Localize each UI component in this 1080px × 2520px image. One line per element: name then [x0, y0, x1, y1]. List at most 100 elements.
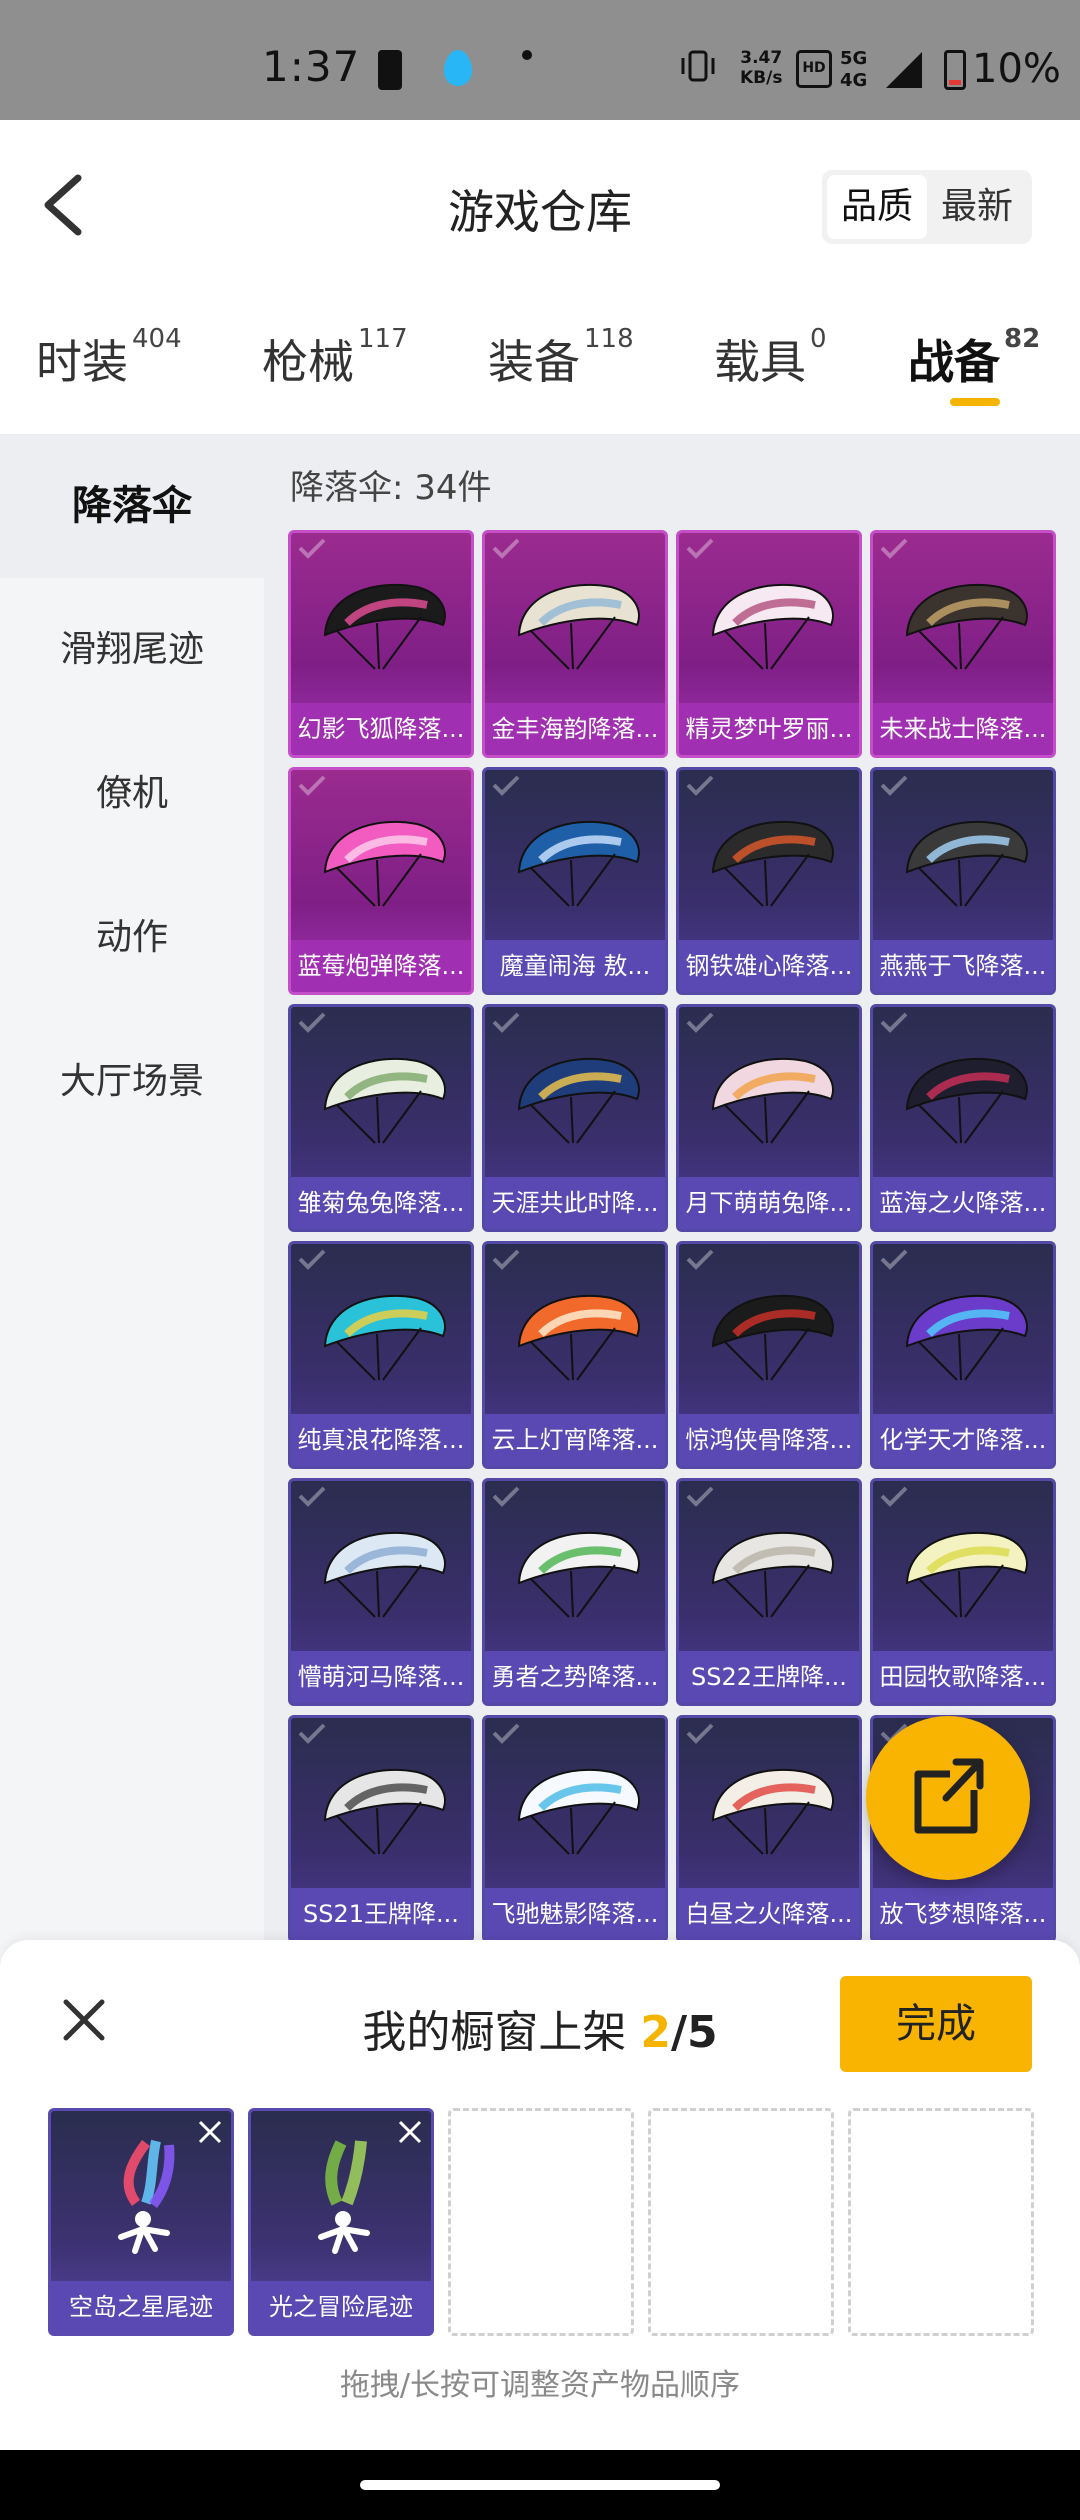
showcase-slot[interactable]: 空岛之星尾迹 [48, 2108, 234, 2336]
category-tabs: 时装 404 枪械 117 装备 118 载具 0 战备 82 [0, 310, 1080, 430]
showcase-total-count: /5 [670, 2007, 718, 2058]
parachute-icon [517, 1531, 640, 1618]
parachute-card[interactable]: 未来战士降落... [870, 530, 1056, 758]
parachute-card[interactable]: 蓝莓炮弹降落... [288, 767, 474, 995]
parachute-card[interactable]: 金丰海韵降落... [482, 530, 668, 758]
showcase-title-text: 我的橱窗上架 [362, 2007, 627, 2058]
parachute-icon [517, 820, 640, 907]
net-speed-unit: KB/s [740, 68, 783, 88]
parachute-card[interactable]: 月下萌萌兔降... [676, 1004, 862, 1232]
system-nav-bar [0, 2450, 1080, 2520]
network-type-bottom: 4G [840, 70, 868, 91]
check-icon [686, 1486, 714, 1507]
check-icon [298, 1012, 326, 1033]
check-icon [880, 1486, 908, 1507]
parachute-name: 蓝莓炮弹降落... [291, 940, 471, 992]
parachute-card[interactable]: 魔童闹海 敖... [482, 767, 668, 995]
parachute-card[interactable]: 蓝海之火降落... [870, 1004, 1056, 1232]
sort-toggle: 品质 最新 [822, 170, 1032, 244]
showcase-slot[interactable]: 光之冒险尾迹 [248, 2108, 434, 2336]
tab-equipment[interactable]: 装备 118 [488, 324, 634, 392]
parachute-name: 纯真浪花降落... [291, 1414, 471, 1466]
parachute-icon [905, 583, 1028, 670]
parachute-name: 天涯共此时降... [485, 1177, 665, 1229]
check-icon [492, 775, 520, 796]
parachute-name: 懵萌河马降落... [291, 1651, 471, 1703]
check-icon [880, 538, 908, 559]
check-icon [298, 1486, 326, 1507]
parachute-icon [905, 1294, 1028, 1381]
sidebar-item-emote[interactable]: 动作 [0, 866, 264, 1010]
tab-battle-gear[interactable]: 战备 82 [908, 324, 1041, 392]
net-speed-value: 3.47 [740, 48, 783, 68]
done-button[interactable]: 完成 [840, 1976, 1032, 2072]
parachute-name: 云上灯宵降落... [485, 1414, 665, 1466]
parachute-card[interactable]: 化学天才降落... [870, 1241, 1056, 1469]
parachute-card[interactable]: 燕燕于飞降落... [870, 767, 1056, 995]
showcase-slot-empty[interactable] [648, 2108, 834, 2336]
check-icon [880, 1012, 908, 1033]
parachute-card[interactable]: 幻影飞狐降落... [288, 530, 474, 758]
parachute-name: 田园牧歌降落... [873, 1651, 1053, 1703]
parachute-name: 钢铁雄心降落... [679, 940, 859, 992]
parachute-name: SS22王牌降... [679, 1651, 859, 1703]
parachute-name: 飞驰魅影降落... [485, 1888, 665, 1940]
parachute-card[interactable]: 云上灯宵降落... [482, 1241, 668, 1469]
sidebar-item-glide-trail[interactable]: 滑翔尾迹 [0, 578, 264, 722]
vibrate-icon [681, 50, 715, 82]
parachute-name: 幻影飞狐降落... [291, 703, 471, 755]
parachute-card[interactable]: 纯真浪花降落... [288, 1241, 474, 1469]
parachute-name: 惊鸿侠骨降落... [679, 1414, 859, 1466]
glide-trail-icon [118, 2139, 175, 2254]
section-count: 降落伞: 34件 [290, 468, 492, 508]
check-icon [880, 1249, 908, 1270]
parachute-card[interactable]: 精灵梦叶罗丽... [676, 530, 862, 758]
parachute-card[interactable]: 天涯共此时降... [482, 1004, 668, 1232]
sort-newest-button[interactable]: 最新 [927, 175, 1027, 239]
tab-label: 时装 [36, 335, 128, 389]
parachute-name: 勇者之势降落... [485, 1651, 665, 1703]
tab-label: 载具 [714, 335, 806, 389]
check-icon [298, 1723, 326, 1744]
parachute-name: 放飞梦想降落... [873, 1888, 1053, 1940]
tab-fashion[interactable]: 时装 404 [36, 324, 182, 392]
parachute-card[interactable]: 懵萌河马降落... [288, 1478, 474, 1706]
check-icon [492, 1249, 520, 1270]
parachute-card[interactable]: 惊鸿侠骨降落... [676, 1241, 862, 1469]
parachute-card[interactable]: 钢铁雄心降落... [676, 767, 862, 995]
check-icon [298, 538, 326, 559]
check-icon [492, 1723, 520, 1744]
parachute-card[interactable]: 勇者之势降落... [482, 1478, 668, 1706]
tab-weapons[interactable]: 枪械 117 [262, 324, 408, 392]
showcase-slot-empty[interactable] [848, 2108, 1034, 2336]
battery-icon [944, 50, 966, 90]
sidebar-item-lobby-scene[interactable]: 大厅场景 [0, 1010, 264, 1154]
tab-count: 82 [1004, 324, 1041, 354]
check-icon [492, 538, 520, 559]
check-icon [686, 538, 714, 559]
parachute-card[interactable]: SS22王牌降... [676, 1478, 862, 1706]
parachute-card[interactable]: 飞驰魅影降落... [482, 1715, 668, 1943]
check-icon [686, 1723, 714, 1744]
sort-quality-button[interactable]: 品质 [827, 175, 927, 239]
tab-count: 118 [584, 324, 634, 354]
parachute-name: 精灵梦叶罗丽... [679, 703, 859, 755]
parachute-name: SS21王牌降... [291, 1888, 471, 1940]
home-gesture-handle[interactable] [360, 2480, 720, 2490]
tab-vehicles[interactable]: 载具 0 [714, 324, 827, 392]
sidebar-item-wingman[interactable]: 僚机 [0, 722, 264, 866]
check-icon [298, 775, 326, 796]
sidebar-item-parachute[interactable]: 降落伞 [0, 434, 264, 578]
check-icon [298, 1249, 326, 1270]
share-button[interactable] [866, 1716, 1030, 1880]
parachute-card[interactable]: 白昼之火降落... [676, 1715, 862, 1943]
showcase-slot-empty[interactable] [448, 2108, 634, 2336]
parachute-icon [323, 1531, 446, 1618]
parachute-name: 燕燕于飞降落... [873, 940, 1053, 992]
showcase-current-count: 2 [640, 2007, 671, 2058]
parachute-name: 白昼之火降落... [679, 1888, 859, 1940]
status-bar: 1:37 3.47 KB/s HD 5G 4G 10% [0, 0, 1080, 120]
parachute-card[interactable]: 田园牧歌降落... [870, 1478, 1056, 1706]
parachute-card[interactable]: 雏菊兔兔降落... [288, 1004, 474, 1232]
parachute-card[interactable]: SS21王牌降... [288, 1715, 474, 1943]
